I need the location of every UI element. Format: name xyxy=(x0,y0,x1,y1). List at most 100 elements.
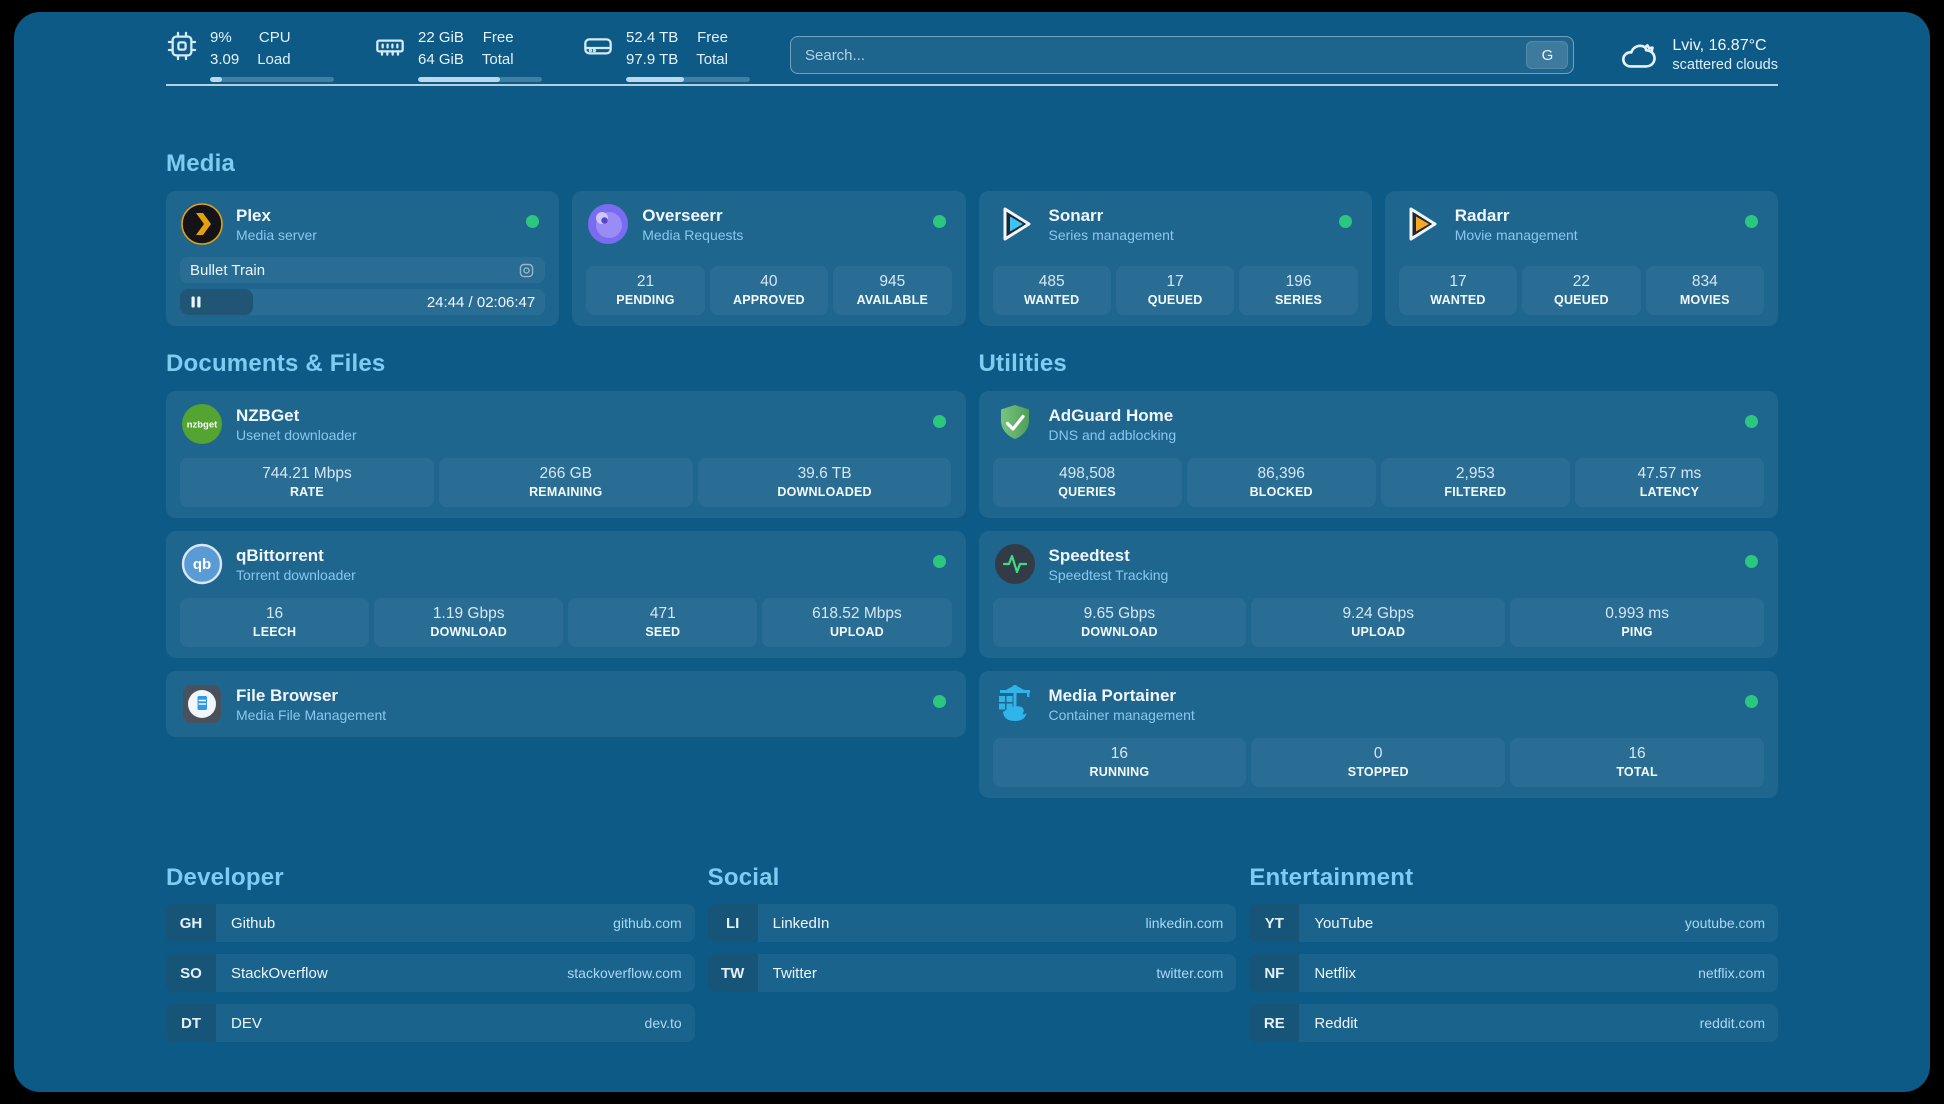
app-overseerr[interactable]: Overseerr Media Requests xyxy=(586,202,951,246)
stat-rate: 744.21 Mbps RATE xyxy=(180,458,434,507)
speedtest-icon xyxy=(993,542,1037,586)
section-title-utilities: Utilities xyxy=(979,350,1779,378)
status-dot xyxy=(1745,555,1758,568)
bookmark-abbr: NF xyxy=(1249,954,1299,992)
disk-total-value: 97.9 TB xyxy=(626,50,678,70)
bookmark-url: stackoverflow.com xyxy=(567,965,694,981)
memory-widget: 22 GiB Free 64 GiB Total xyxy=(374,28,546,82)
stat-download: 1.19 Gbps DOWNLOAD xyxy=(374,598,563,647)
app-radarr[interactable]: Radarr Movie management xyxy=(1399,202,1764,246)
plex-icon xyxy=(180,202,224,246)
app-card-filebrowser: File Browser Media File Management xyxy=(166,671,966,737)
status-dot xyxy=(1745,695,1758,708)
disk-free-label: Free xyxy=(696,28,728,48)
app-speedtest[interactable]: Speedtest Speedtest Tracking xyxy=(993,542,1765,586)
app-subtitle: Movie management xyxy=(1455,227,1578,243)
memory-total-value: 64 GiB xyxy=(418,50,464,70)
bookmark-abbr: DT xyxy=(166,1004,216,1042)
app-filebrowser[interactable]: File Browser Media File Management xyxy=(180,682,952,726)
app-name: AdGuard Home xyxy=(1049,405,1177,426)
filebrowser-icon xyxy=(180,682,224,726)
app-card-speedtest: Speedtest Speedtest Tracking 9.65 Gbps D… xyxy=(979,531,1779,658)
app-card-plex: Plex Media server Bullet Train 24:44 / 0… xyxy=(166,191,559,326)
memory-free-value: 22 GiB xyxy=(418,28,464,48)
memory-progress-bar xyxy=(418,77,542,82)
now-playing-title: Bullet Train xyxy=(190,262,265,279)
stat-wanted: 17 WANTED xyxy=(1399,266,1517,315)
status-dot xyxy=(933,555,946,568)
radarr-icon xyxy=(1399,202,1443,246)
stat-running: 16 RUNNING xyxy=(993,738,1247,787)
stat-available: 945 AVAILABLE xyxy=(833,266,951,315)
app-sonarr[interactable]: Sonarr Series management xyxy=(993,202,1358,246)
search-engine-button[interactable]: G xyxy=(1526,41,1568,69)
cpu-load-value: 3.09 xyxy=(210,50,239,70)
app-subtitle: Media server xyxy=(236,227,317,243)
search-bar[interactable]: G xyxy=(790,36,1574,74)
app-qbittorrent[interactable]: qb qBittorrent Torrent downloader xyxy=(180,542,952,586)
session-info-icon[interactable] xyxy=(518,262,535,279)
status-dot xyxy=(1339,215,1352,228)
bookmark-reddit[interactable]: RE Reddit reddit.com xyxy=(1249,1004,1778,1042)
app-name: Media Portainer xyxy=(1049,685,1195,706)
app-name: Radarr xyxy=(1455,205,1578,226)
app-card-sonarr: Sonarr Series management 485 WANTED 17 Q… xyxy=(979,191,1372,326)
bookmark-linkedin[interactable]: LI LinkedIn linkedin.com xyxy=(708,904,1237,942)
memory-total-label: Total xyxy=(482,50,514,70)
app-card-qbittorrent: qb qBittorrent Torrent downloader 16 LEE… xyxy=(166,531,966,658)
app-name: File Browser xyxy=(236,685,386,706)
bookmark-name: DEV xyxy=(216,1015,262,1032)
bookmark-name: Netflix xyxy=(1299,965,1356,982)
qbittorrent-icon: qb xyxy=(180,542,224,586)
bookmark-name: StackOverflow xyxy=(216,965,328,982)
bookmark-dev[interactable]: DT DEV dev.to xyxy=(166,1004,695,1042)
pause-icon[interactable] xyxy=(190,296,202,308)
bookmark-abbr: SO xyxy=(166,954,216,992)
app-portainer[interactable]: Media Portainer Container management xyxy=(993,682,1765,726)
bookmark-netflix[interactable]: NF Netflix netflix.com xyxy=(1249,954,1778,992)
app-subtitle: Speedtest Tracking xyxy=(1049,567,1169,583)
app-card-nzbget: nzbget NZBGet Usenet downloader 744.21 M… xyxy=(166,391,966,518)
disk-free-value: 52.4 TB xyxy=(626,28,678,48)
stat-blocked: 86,396 BLOCKED xyxy=(1187,458,1376,507)
stats-row: 17 WANTED 22 QUEUED 834 MOVIES xyxy=(1399,254,1764,315)
bookmark-url: youtube.com xyxy=(1685,915,1778,931)
app-name: NZBGet xyxy=(236,405,357,426)
bookmarks-entertainment: Entertainment YT YouTube youtube.com NF … xyxy=(1249,864,1778,1042)
weather-widget: Lviv, 16.87°C scattered clouds xyxy=(1618,34,1778,76)
app-nzbget[interactable]: nzbget NZBGet Usenet downloader xyxy=(180,402,952,446)
app-adguard[interactable]: AdGuard Home DNS and adblocking xyxy=(993,402,1765,446)
stat-ping: 0.993 ms PING xyxy=(1510,598,1764,647)
disk-widget: 52.4 TB Free 97.9 TB Total xyxy=(582,28,754,82)
bookmark-url: twitter.com xyxy=(1156,965,1236,981)
app-subtitle: Media Requests xyxy=(642,227,743,243)
bookmark-name: YouTube xyxy=(1299,915,1373,932)
bookmark-github[interactable]: GH Github github.com xyxy=(166,904,695,942)
stat-queued: 17 QUEUED xyxy=(1116,266,1234,315)
stats-row: 9.65 Gbps DOWNLOAD 9.24 Gbps UPLOAD 0.99… xyxy=(993,586,1765,647)
bookmarks-social: Social LI LinkedIn linkedin.com TW Twitt… xyxy=(708,864,1237,1042)
bookmark-youtube[interactable]: YT YouTube youtube.com xyxy=(1249,904,1778,942)
playback-progress-bar: 24:44 / 02:06:47 xyxy=(180,289,545,315)
weather-summary: Lviv, 16.87°C xyxy=(1672,37,1778,55)
bookmark-url: github.com xyxy=(613,915,694,931)
svg-text:qb: qb xyxy=(193,556,211,573)
memory-free-label: Free xyxy=(482,28,514,48)
utilities-column: Utilities AdGuard Home xyxy=(979,350,1779,798)
stat-download: 9.65 Gbps DOWNLOAD xyxy=(993,598,1247,647)
bookmark-twitter[interactable]: TW Twitter twitter.com xyxy=(708,954,1237,992)
bookmark-name: Reddit xyxy=(1299,1015,1357,1032)
app-plex[interactable]: Plex Media server xyxy=(180,202,545,246)
adguard-icon xyxy=(993,402,1037,446)
section-title-developer: Developer xyxy=(166,864,695,892)
bookmark-stackoverflow[interactable]: SO StackOverflow stackoverflow.com xyxy=(166,954,695,992)
hard-drive-icon xyxy=(582,30,614,62)
status-dot xyxy=(1745,215,1758,228)
cloud-icon xyxy=(1618,34,1660,76)
search-input[interactable] xyxy=(805,47,1526,64)
disk-progress-bar xyxy=(626,77,750,82)
stats-row: 16 RUNNING 0 STOPPED 16 TOTAL xyxy=(993,726,1765,787)
bookmark-abbr: YT xyxy=(1249,904,1299,942)
cpu-usage-label: CPU xyxy=(257,28,290,48)
dashboard-panel: 9% CPU 3.09 Load 22 GiB Free 64 GiB Tota… xyxy=(14,12,1930,1092)
